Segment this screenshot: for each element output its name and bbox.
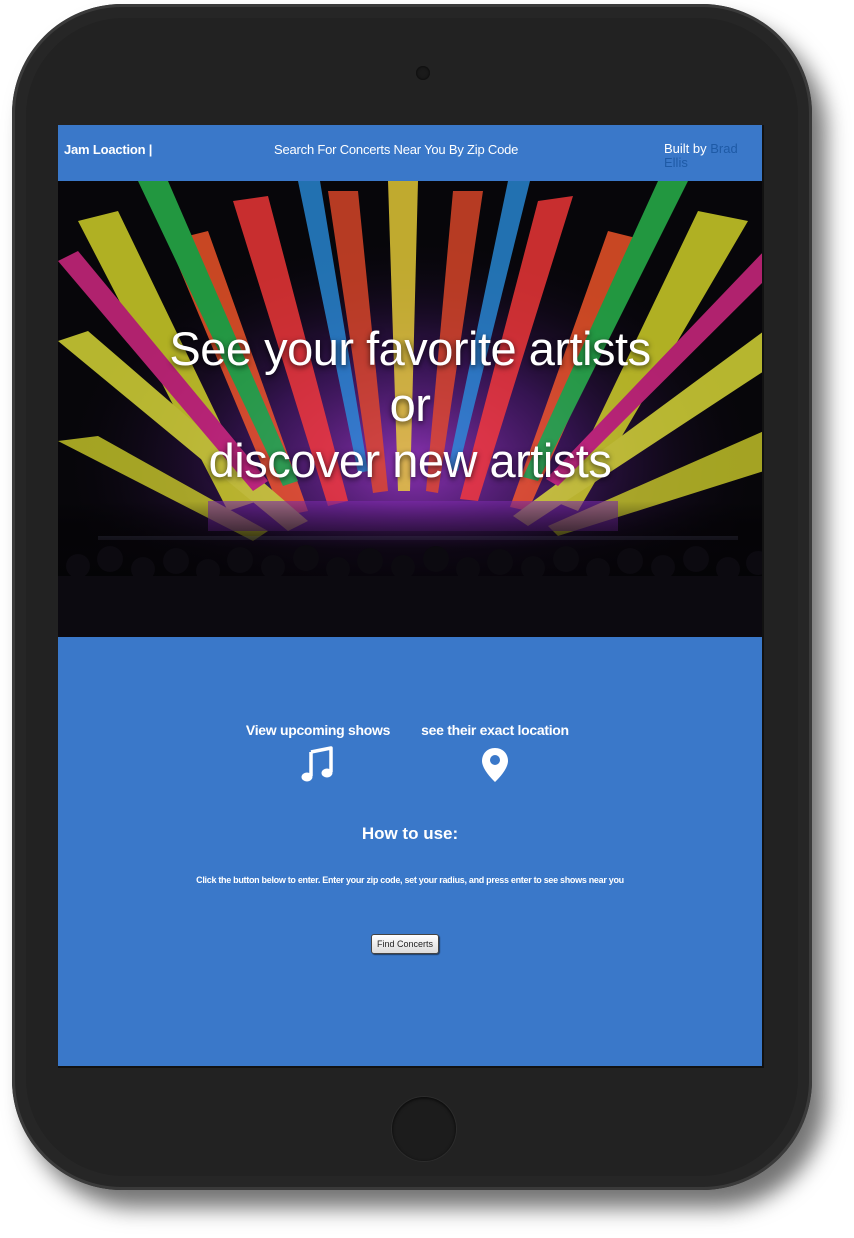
feature-upcoming-shows: View upcoming shows <box>242 722 394 784</box>
howto-title: How to use: <box>361 824 459 843</box>
credit-prefix: Built by <box>664 141 707 156</box>
navbar-credit: Built by Brad Ellis <box>664 142 754 170</box>
home-button[interactable] <box>392 1097 456 1161</box>
hero-line-2: or <box>389 378 431 431</box>
find-concerts-button[interactable]: Find Concerts <box>371 934 440 954</box>
brand-link[interactable]: Jam Loaction | <box>64 142 152 157</box>
hero-line-3: discover new artists <box>208 434 612 487</box>
music-note-icon <box>301 746 333 782</box>
feature-exact-location: see their exact location <box>416 722 574 784</box>
hero-headline: See your favorite artists or discover ne… <box>58 321 762 489</box>
feature-label: View upcoming shows <box>245 722 391 738</box>
navbar: Jam Loaction | Search For Concerts Near … <box>58 125 762 181</box>
camera-lens <box>416 66 430 80</box>
navbar-tagline: Search For Concerts Near You By Zip Code <box>274 142 519 157</box>
features-section: View upcoming shows see their exact loca… <box>58 722 762 792</box>
feature-label: see their exact location <box>421 722 569 738</box>
screen: Jam Loaction | Search For Concerts Near … <box>58 125 764 1068</box>
map-pin-icon <box>482 748 508 782</box>
hero-banner: See your favorite artists or discover ne… <box>58 181 762 637</box>
hero-line-1: See your favorite artists <box>169 322 651 375</box>
howto-instructions: Click the button below to enter. Enter y… <box>196 875 624 885</box>
